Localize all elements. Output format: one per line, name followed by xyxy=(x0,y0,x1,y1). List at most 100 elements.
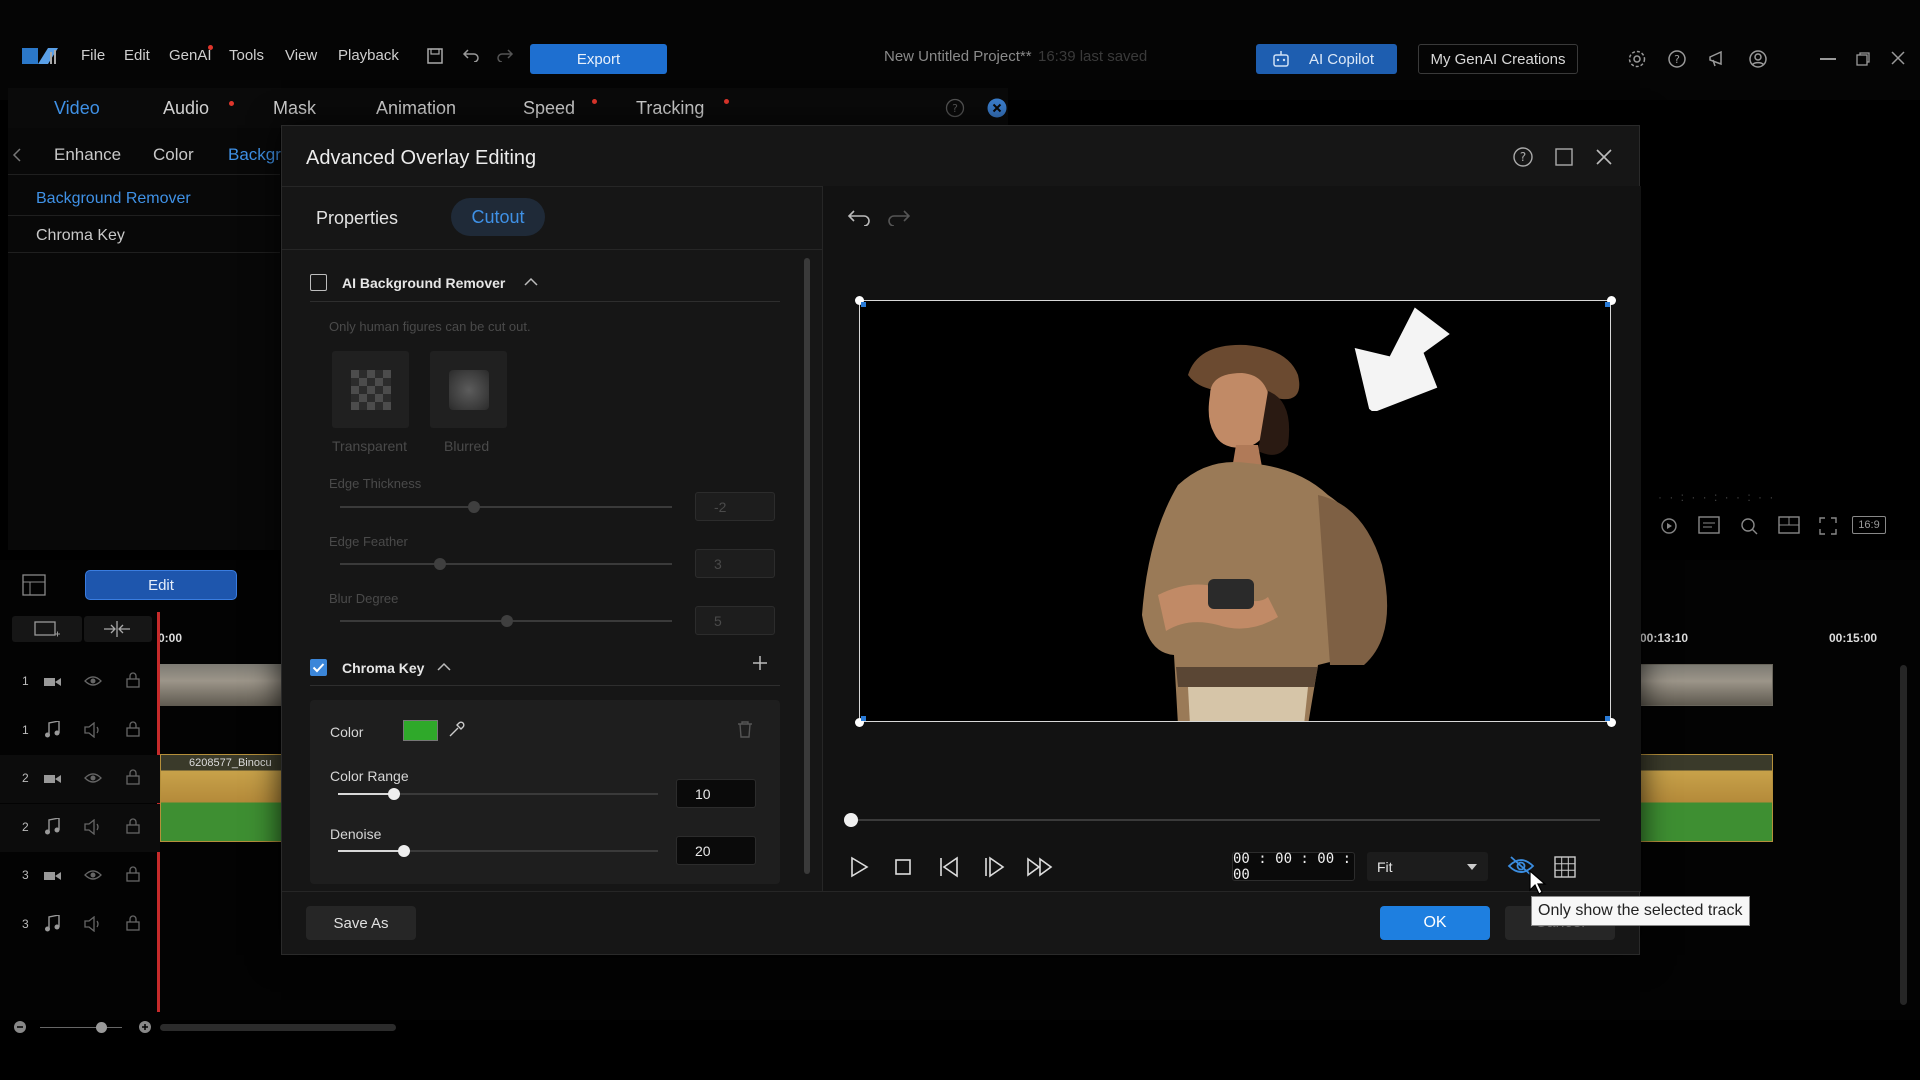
tab-audio[interactable]: Audio xyxy=(163,98,209,119)
menu-view[interactable]: View xyxy=(285,47,317,64)
zoom-dropdown[interactable]: Fit xyxy=(1367,852,1488,881)
preview-scrubber[interactable] xyxy=(848,819,1600,821)
chevron-left-icon[interactable] xyxy=(12,148,22,162)
lock-icon[interactable] xyxy=(126,769,140,785)
transparent-option[interactable] xyxy=(332,351,409,428)
panel-help-icon[interactable]: ? xyxy=(945,98,965,118)
edge-thickness-input[interactable]: -2 xyxy=(695,492,775,521)
fullscreen-icon[interactable] xyxy=(1818,516,1838,536)
chevron-up-icon[interactable] xyxy=(524,277,538,287)
timeline-clip-overlay-left[interactable]: 6208577_Binocu xyxy=(160,754,282,842)
menu-tools[interactable]: Tools xyxy=(229,47,264,64)
timecode-display[interactable]: 00 : 00 : 00 : 00 xyxy=(1232,851,1355,883)
previous-frame-icon[interactable] xyxy=(937,856,961,878)
zoom-in-icon[interactable] xyxy=(138,1020,152,1034)
blurred-option[interactable] xyxy=(430,351,507,428)
ok-button[interactable]: OK xyxy=(1380,906,1490,940)
zoom-out-icon[interactable] xyxy=(13,1020,27,1034)
megaphone-icon[interactable] xyxy=(1707,49,1729,69)
ai-bg-checkbox[interactable] xyxy=(310,274,327,291)
speaker-icon[interactable] xyxy=(84,916,102,932)
horizontal-scrollbar[interactable] xyxy=(160,1024,396,1031)
account-icon[interactable] xyxy=(1748,49,1768,69)
subtab-color[interactable]: Color xyxy=(153,145,194,165)
save-icon[interactable] xyxy=(426,47,444,65)
tab-properties[interactable]: Properties xyxy=(316,208,398,229)
zoom-icon[interactable] xyxy=(1738,516,1760,536)
preview-undo-icon[interactable] xyxy=(846,208,872,226)
stop-icon[interactable] xyxy=(894,858,912,876)
chroma-chevron-up-icon[interactable] xyxy=(437,662,451,672)
color-range-input[interactable]: 10 xyxy=(676,779,756,808)
timeline-clip-overlay-right[interactable] xyxy=(1640,754,1773,842)
menu-file[interactable]: File xyxy=(81,47,105,64)
restore-icon[interactable] xyxy=(1855,51,1871,67)
tab-cutout[interactable]: Cutout xyxy=(451,198,545,236)
eyedropper-icon[interactable] xyxy=(447,721,465,739)
edge-thickness-slider[interactable] xyxy=(340,506,672,508)
gear-icon[interactable] xyxy=(1627,49,1647,69)
tab-speed[interactable]: Speed xyxy=(523,98,575,119)
add-key-icon[interactable] xyxy=(752,655,768,671)
item-chroma-key[interactable]: Chroma Key xyxy=(36,227,125,245)
chroma-key-checkbox[interactable] xyxy=(310,659,327,676)
vertical-scrollbar[interactable] xyxy=(1900,665,1907,1005)
fast-forward-icon[interactable] xyxy=(1026,857,1054,877)
trash-icon[interactable] xyxy=(737,720,753,738)
snapshot-icon[interactable] xyxy=(1658,516,1680,536)
subtab-background[interactable]: Backgr xyxy=(228,145,281,165)
lock-icon[interactable] xyxy=(126,672,140,688)
zoom-slider-track[interactable] xyxy=(40,1027,122,1028)
subtab-enhance[interactable]: Enhance xyxy=(54,145,121,165)
speaker-icon[interactable] xyxy=(84,819,102,835)
edge-feather-knob[interactable] xyxy=(434,558,446,570)
dialog-close-icon[interactable] xyxy=(1594,147,1614,167)
timeline-clip-top-right[interactable] xyxy=(1640,664,1773,706)
help-icon[interactable]: ? xyxy=(1667,49,1687,69)
dialog-maximize-icon[interactable] xyxy=(1554,147,1574,167)
denoise-input[interactable]: 20 xyxy=(676,836,756,865)
dialog-help-icon[interactable]: ? xyxy=(1512,146,1534,168)
menu-edit[interactable]: Edit xyxy=(124,47,150,64)
grid-icon[interactable] xyxy=(1554,856,1576,878)
lock-icon[interactable] xyxy=(126,818,140,834)
save-as-button[interactable]: Save As xyxy=(306,906,416,940)
export-button[interactable]: Export xyxy=(530,44,667,74)
edge-feather-input[interactable]: 3 xyxy=(695,549,775,578)
settings-scrollbar[interactable] xyxy=(804,258,810,874)
add-track-button[interactable] xyxy=(12,616,82,642)
minimize-icon[interactable] xyxy=(1820,58,1836,60)
tab-mask[interactable]: Mask xyxy=(273,98,316,119)
lock-icon[interactable] xyxy=(126,721,140,737)
next-frame-icon[interactable] xyxy=(982,856,1006,878)
ai-copilot-button[interactable]: AI Copilot xyxy=(1256,44,1397,74)
close-app-icon[interactable] xyxy=(1890,50,1906,66)
zoom-slider-knob[interactable] xyxy=(96,1022,107,1033)
panel-close-icon[interactable] xyxy=(987,98,1007,118)
video-preview-frame[interactable] xyxy=(859,300,1611,722)
denoise-knob[interactable] xyxy=(398,845,410,857)
aspect-ratio-button[interactable]: 16:9 xyxy=(1852,516,1886,534)
speaker-icon[interactable] xyxy=(84,722,102,738)
timeline-clip-top-left[interactable] xyxy=(160,664,282,706)
tab-video[interactable]: Video xyxy=(54,98,100,119)
split-button[interactable] xyxy=(84,616,152,642)
color-range-knob[interactable] xyxy=(388,788,400,800)
redo-icon[interactable] xyxy=(496,48,514,62)
blur-degree-input[interactable]: 5 xyxy=(695,606,775,635)
my-genai-creations-button[interactable]: My GenAI Creations xyxy=(1418,44,1578,74)
tab-tracking[interactable]: Tracking xyxy=(636,98,704,119)
preview-redo-icon[interactable] xyxy=(886,208,912,226)
eye-icon[interactable] xyxy=(84,868,102,882)
eye-icon[interactable] xyxy=(84,674,102,688)
menu-playback[interactable]: Playback xyxy=(338,47,399,64)
edge-thickness-knob[interactable] xyxy=(468,501,480,513)
play-icon[interactable] xyxy=(849,856,869,878)
undo-icon[interactable] xyxy=(462,48,480,62)
preview-scrubber-knob[interactable] xyxy=(844,813,858,827)
blur-degree-knob[interactable] xyxy=(501,615,513,627)
timeline-view-icon[interactable] xyxy=(22,574,46,596)
item-background-remover[interactable]: Background Remover xyxy=(36,190,191,208)
tab-animation[interactable]: Animation xyxy=(376,98,456,119)
edit-button[interactable]: Edit xyxy=(85,570,237,600)
